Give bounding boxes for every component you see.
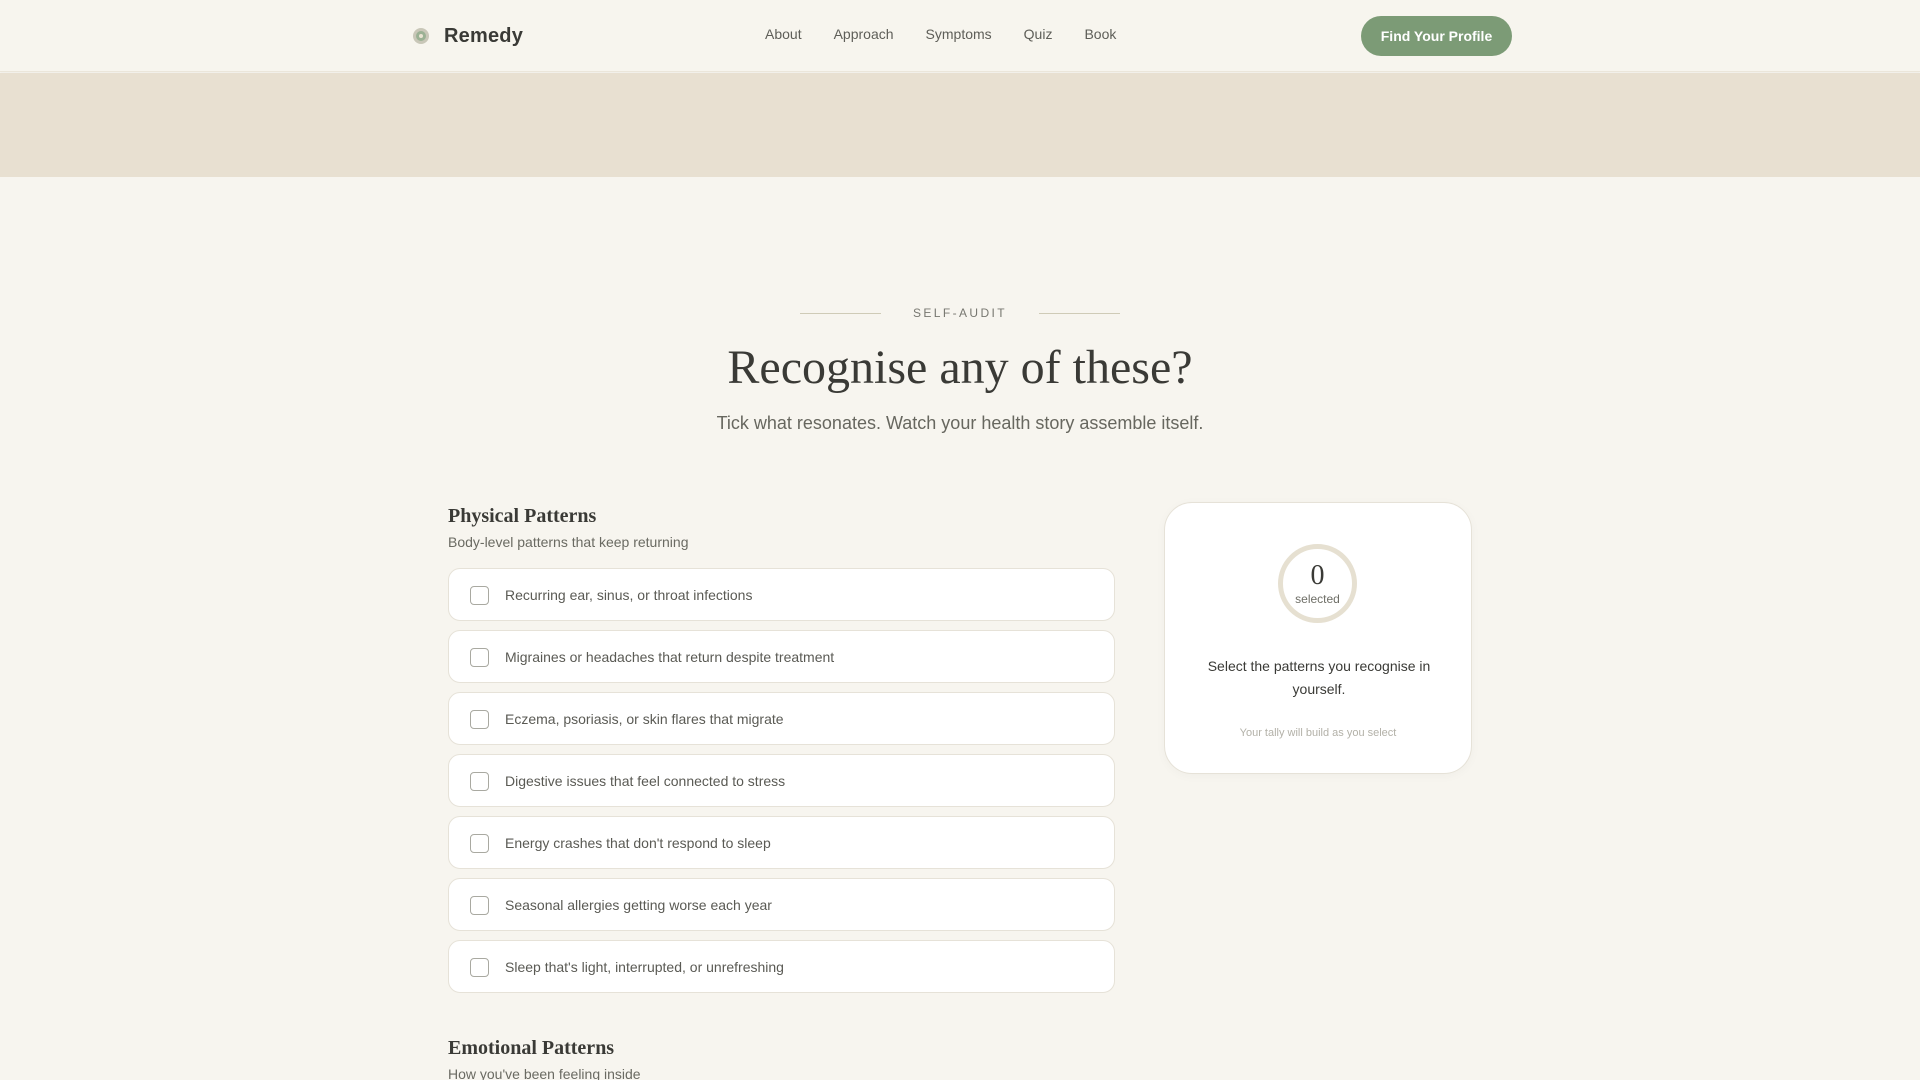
nav-links: About Approach Symptoms Quiz Book	[765, 26, 1148, 42]
eyebrow: SELF-AUDIT	[0, 304, 1920, 322]
brand[interactable]: Remedy	[412, 22, 523, 50]
eyebrow-divider-right	[1039, 313, 1120, 314]
checkbox[interactable]	[470, 834, 489, 853]
pattern-item[interactable]: Seasonal allergies getting worse each ye…	[448, 878, 1115, 931]
checkbox[interactable]	[470, 586, 489, 605]
section-subtitle: Tick what resonates. Watch your health s…	[716, 413, 1204, 433]
pattern-item[interactable]: Eczema, psoriasis, or skin flares that m…	[448, 692, 1115, 745]
find-your-profile-button[interactable]: Find Your Profile	[1361, 16, 1512, 56]
selected-count: 0	[1310, 560, 1325, 591]
pattern-label: Seasonal allergies getting worse each ye…	[505, 897, 772, 913]
checkbox[interactable]	[470, 710, 489, 729]
nav-link-about[interactable]: About	[765, 26, 802, 42]
leaf-logo-icon	[413, 28, 429, 44]
selected-count-ring: 0 selected	[1278, 544, 1357, 623]
pattern-item[interactable]: Energy crashes that don't respond to sle…	[448, 816, 1115, 869]
hero-band	[0, 73, 1920, 177]
nav-link-symptoms[interactable]: Symptoms	[926, 26, 992, 42]
tally-card: 0 selected Select the patterns you recog…	[1164, 502, 1472, 774]
pattern-label: Digestive issues that feel connected to …	[505, 773, 786, 789]
pattern-label: Sleep that's light, interrupted, or unre…	[505, 959, 784, 975]
pattern-item[interactable]: Sleep that's light, interrupted, or unre…	[448, 940, 1115, 993]
pattern-label: Migraines or headaches that return despi…	[505, 649, 835, 665]
section-title: Recognise any of these?	[727, 341, 1193, 394]
tally-hint: Your tally will build as you select	[1239, 727, 1397, 739]
pattern-item[interactable]: Digestive issues that feel connected to …	[448, 754, 1115, 807]
nav-link-quiz[interactable]: Quiz	[1024, 26, 1053, 42]
pattern-label: Energy crashes that don't respond to sle…	[505, 835, 771, 851]
checkbox[interactable]	[470, 958, 489, 977]
group-title-physical: Physical Patterns	[448, 505, 597, 527]
checkbox[interactable]	[470, 772, 489, 791]
pattern-item[interactable]: Migraines or headaches that return despi…	[448, 630, 1115, 683]
nav-link-approach[interactable]: Approach	[834, 26, 894, 42]
tally-message: Select the patterns you recognise in you…	[1207, 658, 1431, 697]
group-subtitle-emotional: How you've been feeling inside	[448, 1066, 641, 1080]
checkbox[interactable]	[470, 896, 489, 915]
group-subtitle-physical: Body-level patterns that keep returning	[448, 534, 689, 550]
pattern-label: Eczema, psoriasis, or skin flares that m…	[505, 711, 784, 727]
nav-link-book[interactable]: Book	[1084, 26, 1116, 42]
pattern-item[interactable]: Recurring ear, sinus, or throat infectio…	[448, 568, 1115, 621]
top-nav: Remedy About Approach Symptoms Quiz Book…	[0, 0, 1920, 72]
pattern-label: Recurring ear, sinus, or throat infectio…	[505, 587, 753, 603]
eyebrow-label: SELF-AUDIT	[912, 306, 1007, 320]
checkbox[interactable]	[470, 648, 489, 667]
brand-name: Remedy	[444, 24, 524, 47]
group-title-emotional: Emotional Patterns	[448, 1037, 615, 1059]
selected-count-label: selected	[1295, 592, 1340, 606]
